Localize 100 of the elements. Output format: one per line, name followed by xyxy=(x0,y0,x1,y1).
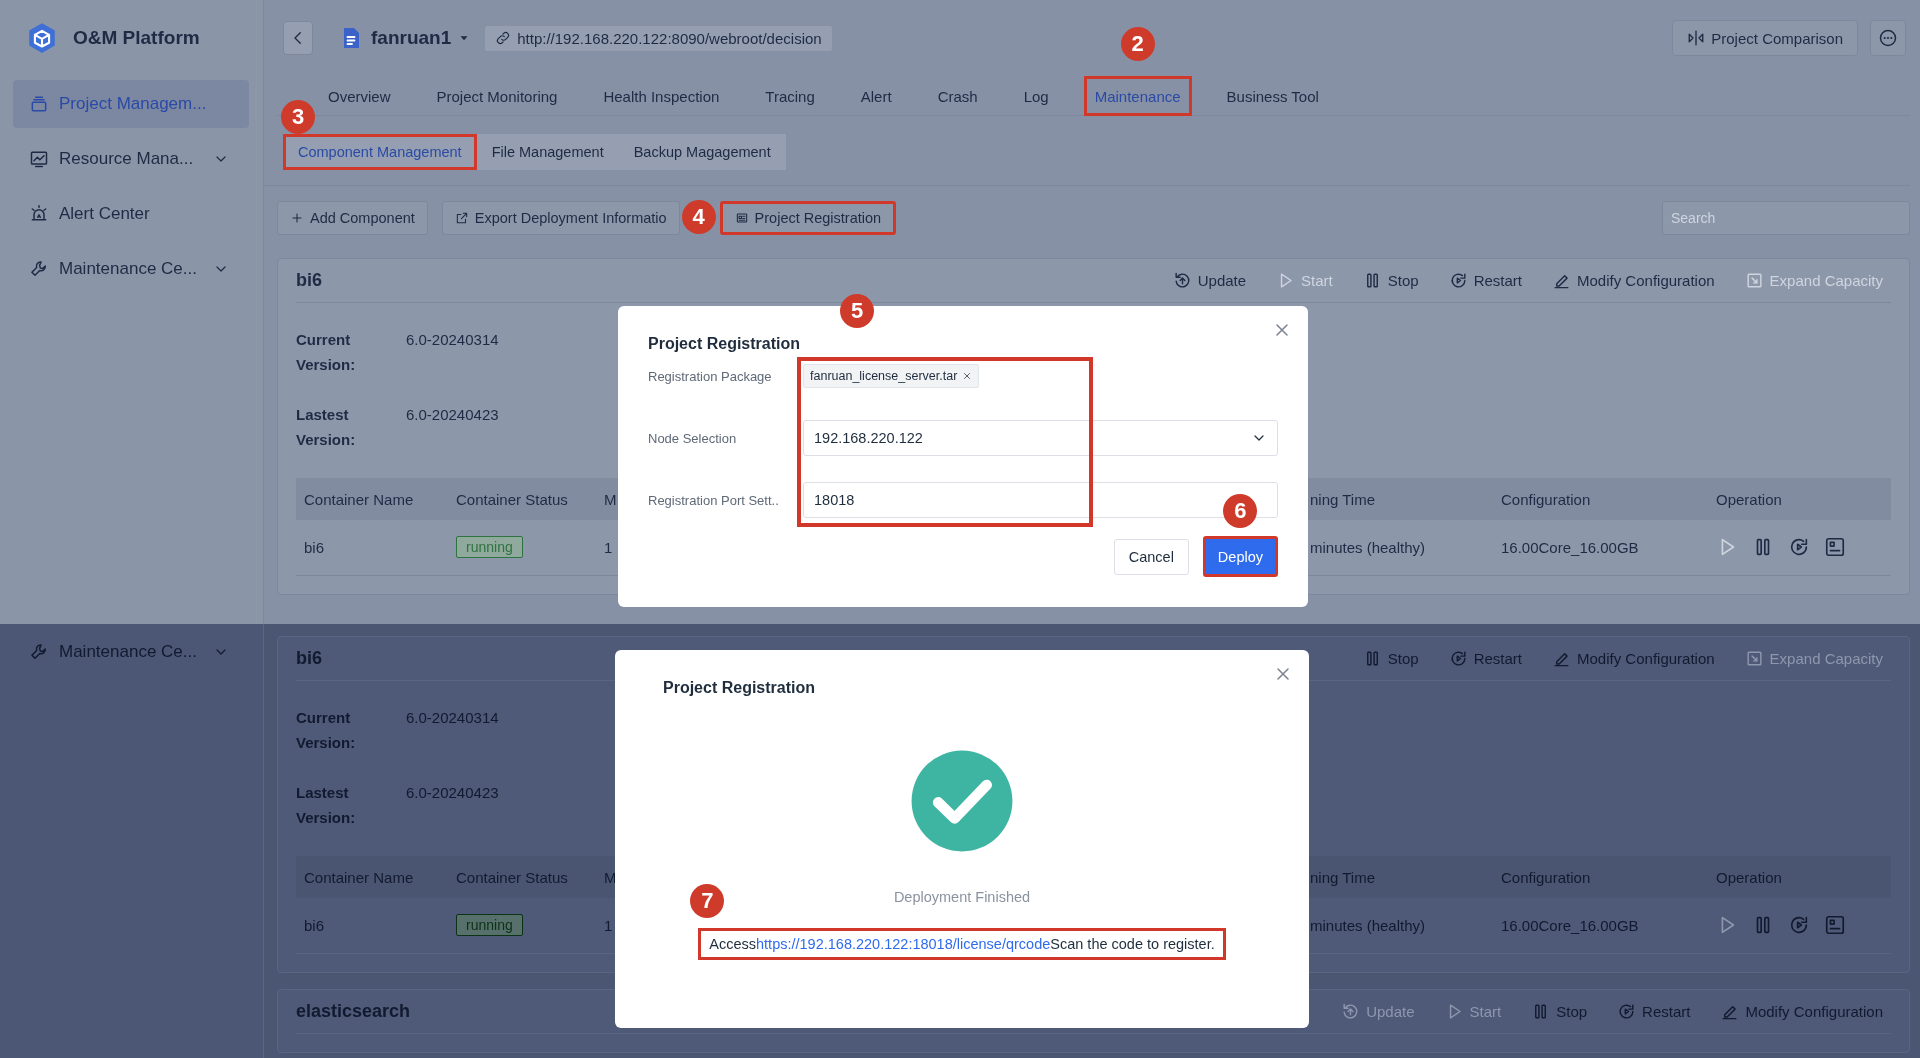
node-select[interactable]: 192.168.220.122 xyxy=(803,420,1278,456)
cancel-button[interactable]: Cancel xyxy=(1113,538,1189,575)
tab[interactable]: Maintenance xyxy=(1083,76,1192,116)
sidebar-item[interactable]: Alert Center xyxy=(13,190,249,238)
tab[interactable]: Overview xyxy=(317,76,402,116)
export-icon xyxy=(454,211,469,225)
sub-tab[interactable]: Component Management xyxy=(283,134,477,170)
back-button[interactable] xyxy=(283,21,313,55)
tab[interactable]: Health Inspection xyxy=(592,76,731,116)
column-header: Operation xyxy=(1708,478,1891,520)
tag-label: fanruan_license_server.tar xyxy=(810,369,958,383)
column-header: Container Name xyxy=(296,856,448,898)
qrcode-link[interactable]: https://192.168.220.122:18018/license/qrcode xyxy=(756,936,1051,952)
console-button[interactable] xyxy=(1824,536,1846,559)
add-component-button[interactable]: Add Component xyxy=(277,201,428,235)
step-number-badge: 7 xyxy=(690,884,725,918)
field-label: Registration Port Sett.. xyxy=(648,492,780,508)
modify-configuration-button[interactable]: Modify Configuration xyxy=(1720,1001,1883,1021)
restart-icon xyxy=(1448,649,1468,668)
stop-button[interactable]: Stop xyxy=(1362,649,1419,668)
stop-button[interactable]: Stop xyxy=(1531,1001,1588,1021)
sidebar-item[interactable]: Maintenance Ce... xyxy=(13,245,249,293)
search-field[interactable]: Search xyxy=(1662,201,1910,235)
column-header: Operation xyxy=(1708,856,1891,898)
sidebar-item[interactable]: Resource Mana... xyxy=(13,135,249,183)
version-label: Current Version: xyxy=(296,330,357,375)
alarm-icon xyxy=(29,204,49,224)
project-dropdown[interactable]: fanruan1 xyxy=(371,27,472,49)
restart-button[interactable]: Restart xyxy=(1617,1001,1691,1021)
url-text[interactable]: http://192.168.220.122:8090/webroot/decision xyxy=(517,29,822,47)
status-text: Deployment Finished xyxy=(893,888,1031,907)
table-cell: 1 xyxy=(604,916,613,934)
table-cell: 16.00Core_16.00GB xyxy=(1501,538,1639,556)
version-value: 6.0-20240314 xyxy=(406,708,499,728)
version-value: 6.0-20240423 xyxy=(406,405,499,425)
stack-icon xyxy=(29,94,49,114)
sidebar-item[interactable]: Maintenance Ce... xyxy=(13,628,249,676)
component-name: elasticsearch xyxy=(296,1000,411,1022)
close-icon xyxy=(962,371,973,381)
dialog-title: Project Registration xyxy=(663,678,817,698)
update-button[interactable]: Update xyxy=(1172,271,1247,290)
column-header: Container Status xyxy=(448,856,600,898)
form-icon xyxy=(734,211,749,225)
table-cell: 1 xyxy=(604,538,613,556)
table-cell: bi6 xyxy=(304,916,325,934)
tab[interactable]: Alert xyxy=(849,76,903,116)
console-button[interactable] xyxy=(1824,914,1846,937)
tab[interactable]: Business Tool xyxy=(1215,76,1330,116)
console-icon xyxy=(1824,536,1846,559)
tab[interactable]: Crash xyxy=(926,76,989,116)
export-button[interactable]: Export Deployment Informatio xyxy=(441,201,680,235)
expand-icon xyxy=(1744,271,1764,290)
table-cell: 16.00Core_16.00GB xyxy=(1501,916,1639,934)
column-header: Configuration xyxy=(1493,856,1708,898)
restart-icon xyxy=(1448,271,1468,290)
sidebar-item[interactable]: Project Managem... xyxy=(13,80,249,128)
step-number-badge: 4 xyxy=(681,200,716,234)
tab[interactable]: Log xyxy=(1012,76,1060,116)
modify-configuration-button[interactable]: Modify Configuration xyxy=(1552,649,1715,668)
step-number-badge: 6 xyxy=(1223,494,1258,528)
status-badge: running xyxy=(456,914,523,937)
dialog-title: Project Registration xyxy=(648,334,802,354)
component-name: bi6 xyxy=(296,648,322,669)
console-icon xyxy=(1824,914,1846,937)
restart-icon xyxy=(1617,1001,1637,1021)
status-badge: running xyxy=(456,536,523,559)
compare-icon xyxy=(1687,29,1706,47)
column-header: Configuration xyxy=(1493,478,1708,520)
column-header: Container Status xyxy=(448,478,600,520)
expand-icon xyxy=(1744,649,1764,668)
field-label: Node Selection xyxy=(648,430,738,446)
restart-button[interactable]: Restart xyxy=(1448,271,1522,290)
restart-button[interactable]: Restart xyxy=(1448,649,1522,668)
column-header: Container Name xyxy=(296,478,448,520)
version-value: 6.0-20240314 xyxy=(406,330,499,350)
table-cell: minutes (healthy) xyxy=(1310,916,1426,934)
link-icon xyxy=(495,30,512,46)
version-value: 6.0-20240423 xyxy=(406,783,499,803)
step-number-badge: 5 xyxy=(840,294,874,328)
step-number-badge: 2 xyxy=(1120,27,1155,61)
component-name: bi6 xyxy=(296,270,322,291)
sub-tab[interactable]: Backup Magagement xyxy=(618,134,786,170)
more-button[interactable] xyxy=(1870,20,1906,56)
wrench-icon xyxy=(29,259,49,279)
field-label: Registration Package xyxy=(648,368,773,384)
version-label: Lastest Version: xyxy=(296,405,357,450)
registration-button[interactable]: Project Registration xyxy=(719,201,897,235)
deploy-button[interactable]: Deploy xyxy=(1202,536,1278,577)
chart-monitor-icon xyxy=(29,149,49,169)
app-title: O&M Platform xyxy=(73,27,200,49)
tab[interactable]: Project Monitoring xyxy=(425,76,569,116)
compare-button[interactable]: Project Comparison xyxy=(1672,20,1858,56)
sub-tab[interactable]: File Management xyxy=(476,134,619,170)
plus-icon xyxy=(290,211,304,225)
modify-configuration-button[interactable]: Modify Configuration xyxy=(1552,271,1715,290)
update-icon xyxy=(1341,1001,1361,1021)
version-label: Current Version: xyxy=(296,708,357,753)
tab[interactable]: Tracing xyxy=(754,76,826,116)
version-label: Lastest Version: xyxy=(296,783,357,828)
stop-button[interactable]: Stop xyxy=(1362,271,1419,290)
